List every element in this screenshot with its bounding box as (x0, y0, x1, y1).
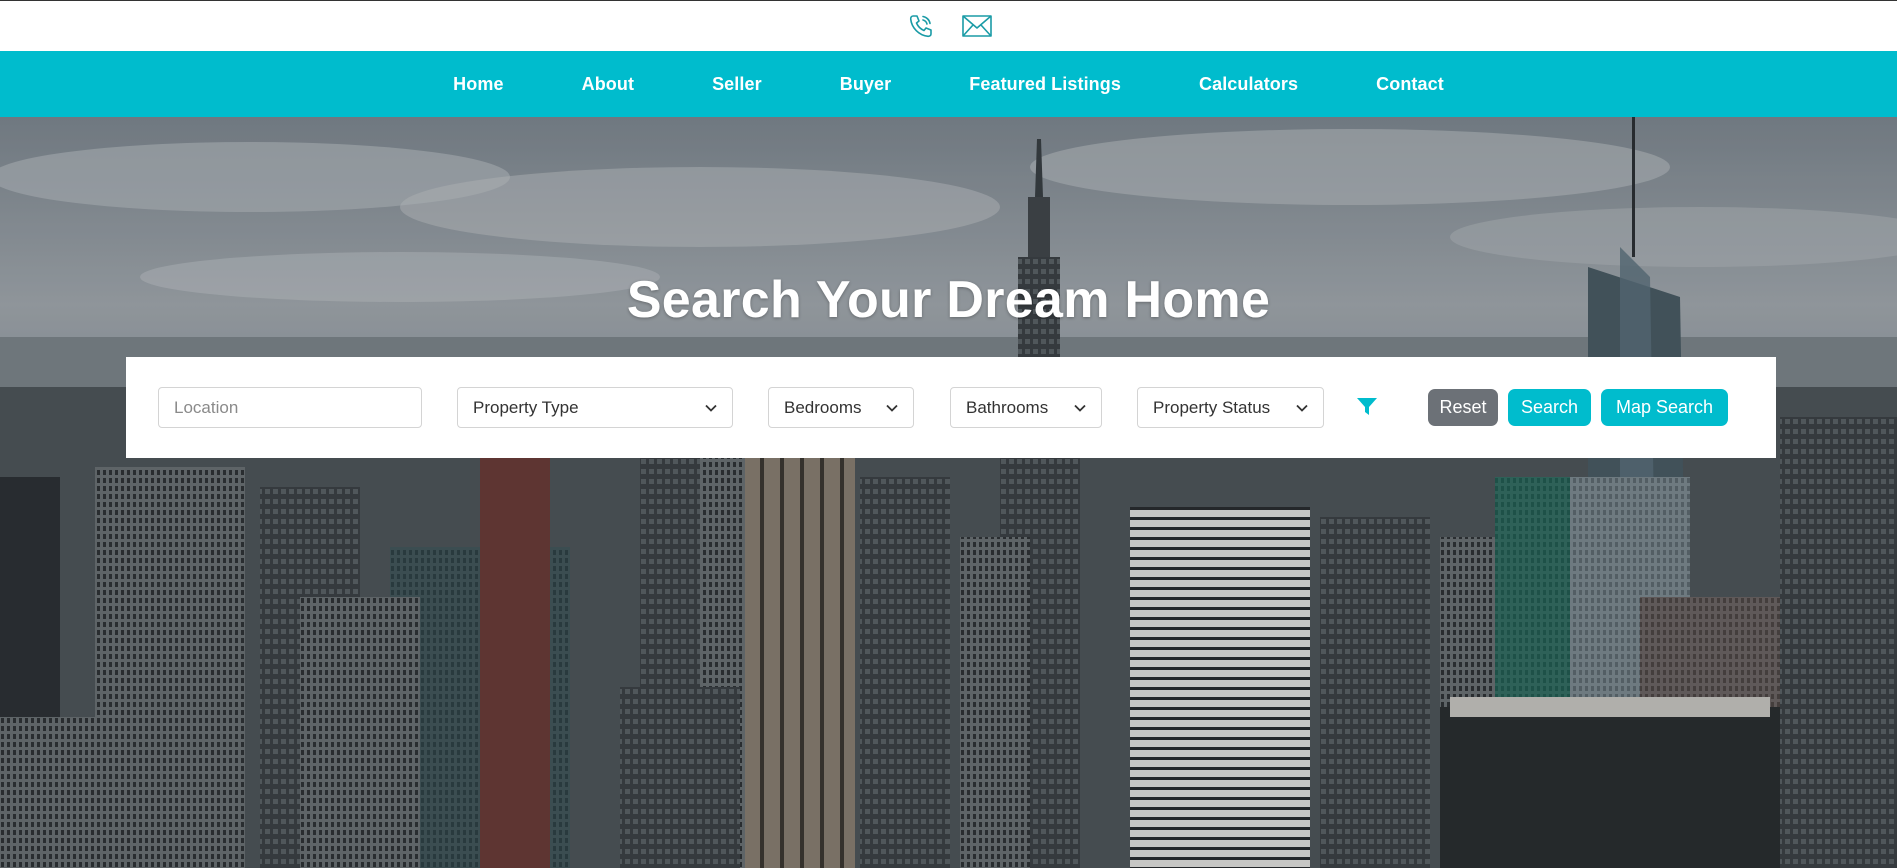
property-status-select[interactable]: Property Status (1137, 387, 1324, 428)
property-search-panel: Location Property Type Bedrooms Bathroom… (126, 357, 1776, 458)
bathrooms-select[interactable]: Bathrooms (950, 387, 1102, 428)
location-input[interactable]: Location (158, 387, 422, 428)
nav-item-about[interactable]: About (543, 74, 673, 95)
nav-item-home[interactable]: Home (414, 74, 542, 95)
phone-icon[interactable] (906, 11, 936, 41)
main-nav: Home About Seller Buyer Featured Listing… (0, 51, 1897, 117)
property-status-label: Property Status (1153, 397, 1271, 417)
chevron-down-icon (1074, 404, 1086, 412)
bedrooms-select[interactable]: Bedrooms (768, 387, 914, 428)
city-skyline-background (0, 117, 1897, 868)
nav-item-featured-listings[interactable]: Featured Listings (930, 74, 1160, 95)
bedrooms-label: Bedrooms (784, 397, 862, 417)
bathrooms-label: Bathrooms (966, 397, 1049, 417)
property-type-label: Property Type (473, 397, 579, 417)
contact-bar (0, 0, 1897, 51)
hero-title: Search Your Dream Home (626, 271, 1271, 329)
filter-icon[interactable] (1356, 397, 1378, 422)
nav-item-contact[interactable]: Contact (1337, 74, 1483, 95)
search-button[interactable]: Search (1508, 389, 1591, 426)
mail-icon[interactable] (961, 11, 992, 41)
chevron-down-icon (705, 404, 717, 412)
hero-section: Search Your Dream Home (0, 117, 1897, 868)
chevron-down-icon (1296, 404, 1308, 412)
nav-item-calculators[interactable]: Calculators (1160, 74, 1337, 95)
property-type-select[interactable]: Property Type (457, 387, 733, 428)
nav-item-seller[interactable]: Seller (673, 74, 801, 95)
reset-button[interactable]: Reset (1428, 389, 1498, 426)
chevron-down-icon (886, 404, 898, 412)
nav-item-buyer[interactable]: Buyer (801, 74, 931, 95)
map-search-button[interactable]: Map Search (1601, 389, 1728, 426)
